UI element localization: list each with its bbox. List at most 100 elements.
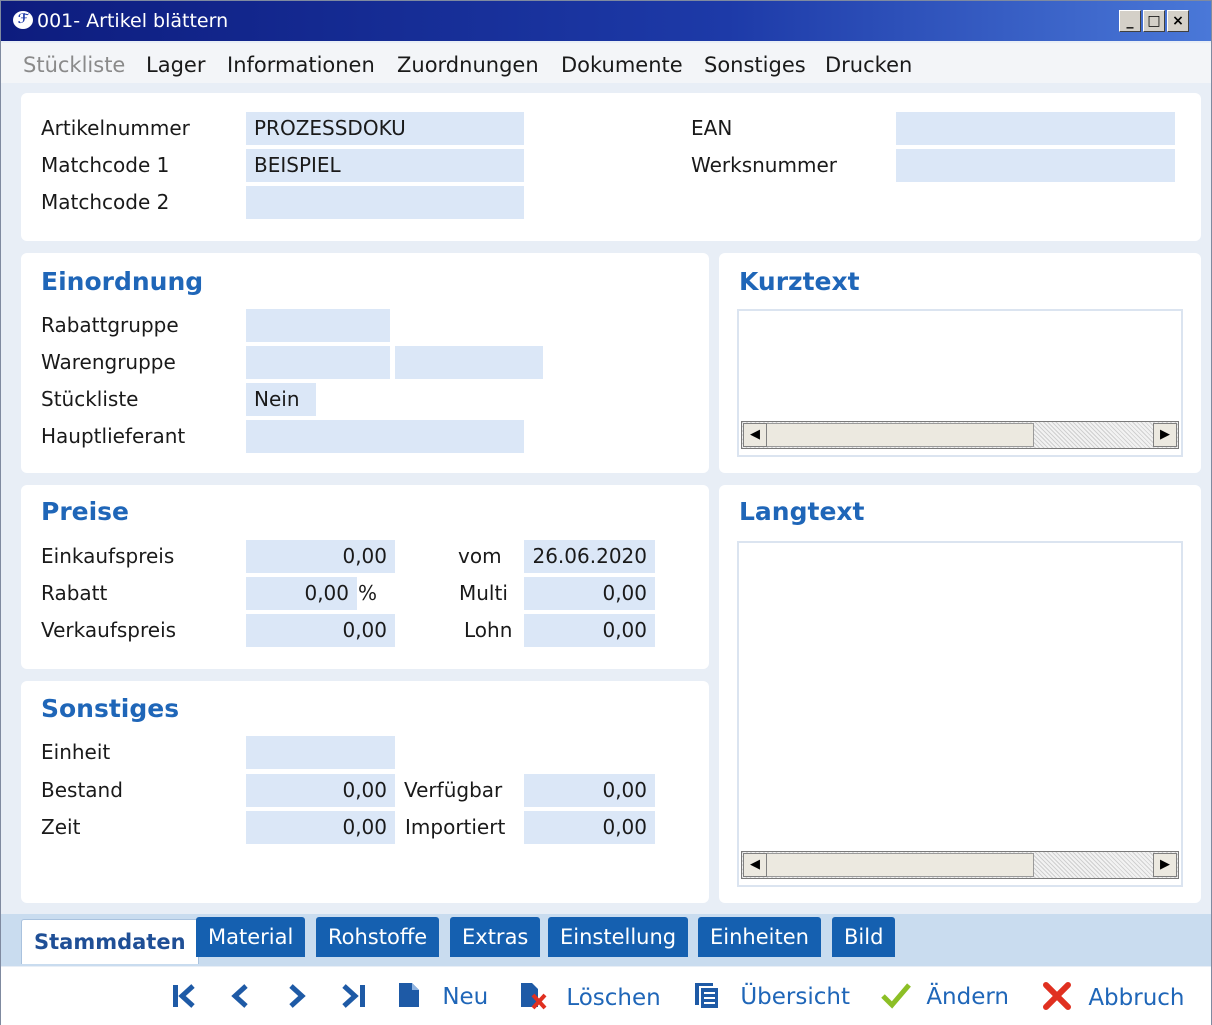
einkaufspreis-field[interactable]: 0,00 — [246, 540, 395, 573]
minimize-button[interactable]: _ — [1119, 10, 1141, 32]
einkaufspreis-label: Einkaufspreis — [41, 544, 175, 568]
abbruch-button[interactable]: Abbruch — [1041, 981, 1185, 1011]
hauptlieferant-field[interactable] — [246, 420, 524, 453]
ean-field[interactable] — [896, 112, 1175, 145]
rabattgruppe-label: Rabattgruppe — [41, 313, 179, 337]
tab-bild[interactable]: Bild — [832, 917, 896, 957]
vom-field[interactable]: 26.06.2020 — [524, 540, 655, 573]
einheit-label: Einheit — [41, 740, 111, 764]
sonstiges-title: Sonstiges — [41, 694, 180, 723]
aendern-label: Ändern — [926, 984, 1010, 1010]
matchcode1-field[interactable]: BEISPIEL — [246, 149, 524, 182]
stueckliste-field[interactable]: Nein — [246, 383, 316, 416]
overview-list-icon — [695, 983, 720, 1010]
rabatt-field[interactable]: 0,00 — [246, 577, 357, 610]
kurztext-panel: Kurztext ◀ ▶ — [719, 253, 1201, 473]
langtext-hscrollbar[interactable]: ◀ ▶ — [741, 851, 1179, 879]
menu-lager[interactable]: Lager — [146, 52, 205, 78]
first-record-icon[interactable] — [167, 981, 203, 1011]
zeit-field[interactable]: 0,00 — [246, 811, 395, 844]
einordnung-panel: Einordnung Rabattgruppe Warengruppe Stüc… — [21, 253, 709, 473]
neu-button[interactable]: Neu — [397, 981, 488, 1011]
title-bar[interactable]: ℱ 001- Artikel blättern _ □ × — [1, 1, 1211, 41]
langtext-textarea[interactable] — [737, 541, 1183, 887]
werksnummer-field[interactable] — [896, 149, 1175, 182]
menu-dokumente[interactable]: Dokumente — [561, 52, 683, 78]
tab-rohstoffe[interactable]: Rohstoffe — [316, 917, 440, 957]
menu-sonstiges[interactable]: Sonstiges — [704, 52, 806, 78]
importiert-label: Importiert — [405, 815, 506, 839]
menu-stueckliste[interactable]: Stückliste — [23, 52, 125, 78]
vom-label: vom — [458, 544, 502, 568]
abbruch-label: Abbruch — [1088, 985, 1185, 1011]
sonstiges-panel: Sonstiges Einheit Bestand 0,00 Zeit 0,00… — [21, 681, 709, 903]
zeit-label: Zeit — [41, 815, 81, 839]
cancel-x-icon — [1043, 982, 1071, 1010]
previous-record-icon-svg — [231, 984, 248, 1008]
tab-extras[interactable]: Extras — [450, 917, 541, 957]
kurztext-hscrollbar[interactable]: ◀ ▶ — [741, 421, 1179, 449]
preise-panel: Preise Einkaufspreis 0,00 Rabatt 0,00 % … — [21, 485, 709, 669]
matchcode2-label: Matchcode 2 — [41, 190, 170, 214]
previous-record-icon[interactable] — [223, 981, 259, 1011]
ean-label: EAN — [691, 116, 733, 140]
uebersicht-button[interactable]: Übersicht — [693, 981, 850, 1011]
warengruppe-label: Warengruppe — [41, 350, 176, 374]
loeschen-label: Löschen — [566, 985, 661, 1011]
scroll-right-icon[interactable]: ▶ — [1153, 853, 1177, 877]
tab-bar: Stammdaten Material Rohstoffe Extras Ein… — [1, 914, 1211, 966]
stueckliste-label: Stückliste — [41, 387, 139, 411]
bottom-toolbar: Neu Löschen Übersicht Ändern Abbruch — [1, 967, 1211, 1025]
minimize-icon: _ — [1126, 13, 1134, 29]
tab-einheiten[interactable]: Einheiten — [698, 917, 821, 957]
app-logo-icon: ℱ — [13, 11, 33, 29]
lohn-label: Lohn — [464, 618, 513, 642]
warengruppe-field-1[interactable] — [246, 346, 390, 379]
rabatt-unit: % — [358, 581, 378, 605]
tab-einstellung[interactable]: Einstellung — [548, 917, 689, 957]
scroll-left-icon[interactable]: ◀ — [743, 853, 767, 877]
tab-material[interactable]: Material — [196, 917, 306, 957]
aendern-button[interactable]: Ändern — [879, 981, 1009, 1011]
menu-zuordnungen[interactable]: Zuordnungen — [397, 52, 539, 78]
artikelnummer-label: Artikelnummer — [41, 116, 190, 140]
new-document-icon — [399, 983, 419, 1007]
next-record-icon-svg — [289, 984, 306, 1008]
menu-informationen[interactable]: Informationen — [227, 52, 375, 78]
artikelnummer-field[interactable]: PROZESSDOKU — [246, 112, 524, 145]
loeschen-button[interactable]: Löschen — [519, 981, 661, 1011]
multi-label: Multi — [459, 581, 508, 605]
bestand-field[interactable]: 0,00 — [246, 774, 395, 807]
checkmark-icon — [881, 983, 911, 1009]
last-record-icon-svg — [342, 984, 365, 1008]
delete-document-icon — [521, 983, 547, 1010]
warengruppe-field-2[interactable] — [395, 346, 543, 379]
verfuegbar-label: Verfügbar — [404, 778, 503, 802]
window-title: 001- Artikel blättern — [37, 10, 229, 32]
scroll-right-icon[interactable]: ▶ — [1153, 423, 1177, 447]
verkaufspreis-field[interactable]: 0,00 — [246, 614, 395, 647]
maximize-button[interactable]: □ — [1143, 10, 1165, 32]
close-button[interactable]: × — [1167, 10, 1189, 32]
menu-bar: Stückliste Lager Informationen Zuordnung… — [1, 43, 1211, 83]
hauptlieferant-label: Hauptlieferant — [41, 424, 186, 448]
close-icon: × — [1172, 13, 1184, 29]
scrollbar-thumb[interactable] — [766, 853, 1034, 877]
scroll-left-icon[interactable]: ◀ — [743, 423, 767, 447]
rabattgruppe-field[interactable] — [246, 309, 390, 342]
matchcode2-field[interactable] — [246, 186, 524, 219]
preise-title: Preise — [41, 497, 130, 526]
langtext-title: Langtext — [739, 497, 865, 526]
tab-stammdaten[interactable]: Stammdaten — [21, 919, 199, 964]
matchcode1-label: Matchcode 1 — [41, 153, 170, 177]
scrollbar-thumb[interactable] — [766, 423, 1034, 447]
next-record-icon[interactable] — [279, 981, 315, 1011]
multi-field[interactable]: 0,00 — [524, 577, 655, 610]
maximize-icon: □ — [1147, 13, 1161, 29]
lohn-field[interactable]: 0,00 — [524, 614, 655, 647]
menu-drucken[interactable]: Drucken — [825, 52, 912, 78]
einheit-field[interactable] — [246, 736, 395, 769]
importiert-field[interactable]: 0,00 — [524, 811, 655, 844]
verfuegbar-field[interactable]: 0,00 — [524, 774, 655, 807]
last-record-icon[interactable] — [335, 981, 371, 1011]
